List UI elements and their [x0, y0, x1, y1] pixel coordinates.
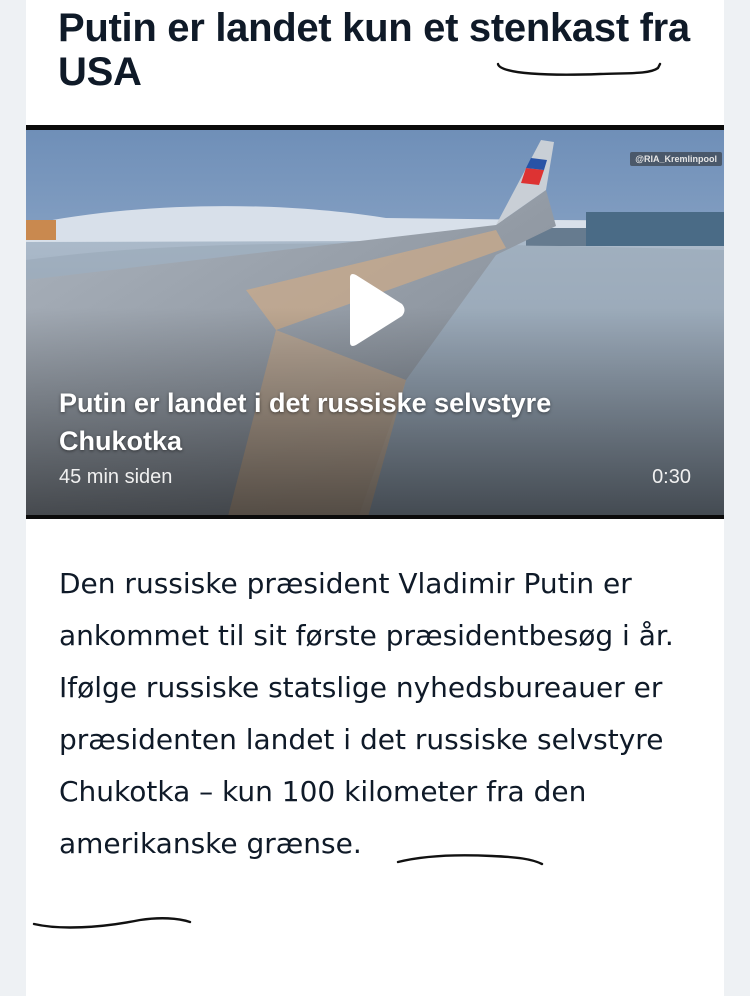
video-player[interactable]: @RIA_Kremlinpool Putin er landet i det r…	[26, 125, 724, 519]
video-duration: 0:30	[652, 466, 691, 488]
video-watermark: @RIA_Kremlinpool	[630, 152, 722, 166]
play-icon[interactable]	[344, 270, 408, 350]
article-headline: Putin er landet kun et stenkast fra USA	[58, 6, 690, 94]
video-title: Putin er landet i det russiske selvstyre…	[59, 388, 552, 456]
video-timestamp: 45 min siden	[59, 466, 173, 488]
article-body: Den russiske præsident Vladimir Putin er…	[59, 567, 674, 860]
